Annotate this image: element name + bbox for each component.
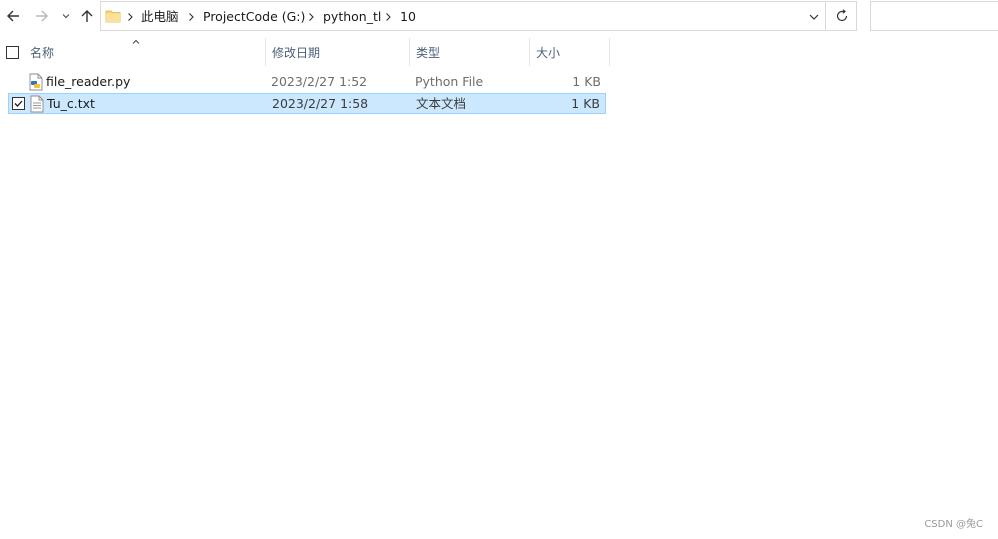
column-header-row: 名称 修改日期 类型 大小 <box>0 38 998 66</box>
select-all-checkbox[interactable] <box>6 46 19 59</box>
file-name[interactable]: file_reader.py <box>46 74 130 90</box>
column-divider[interactable] <box>529 38 530 66</box>
column-divider[interactable] <box>609 38 610 66</box>
python-file-icon <box>29 73 43 91</box>
search-input[interactable] <box>870 1 998 31</box>
back-button[interactable] <box>3 6 23 26</box>
file-row-selected[interactable]: Tu_c.txt 2023/2/27 1:58 文本文档 1 KB <box>8 93 606 114</box>
file-date-modified: 2023/2/27 1:58 <box>272 96 369 111</box>
column-size[interactable]: 大小 <box>536 45 560 61</box>
row-checkbox-checked[interactable] <box>12 97 25 110</box>
chevron-down-icon <box>809 14 819 20</box>
file-type: Python File <box>415 74 484 89</box>
column-type[interactable]: 类型 <box>416 45 440 61</box>
forward-button[interactable] <box>32 6 52 26</box>
breadcrumb-drive[interactable]: ProjectCode (G:) <box>203 9 305 25</box>
file-name[interactable]: Tu_c.txt <box>47 96 95 112</box>
breadcrumb-folder-10[interactable]: 10 <box>400 9 416 25</box>
chevron-down-icon <box>62 14 70 19</box>
column-divider[interactable] <box>409 38 410 66</box>
column-name[interactable]: 名称 <box>30 45 54 61</box>
file-size: 1 KB <box>571 96 600 111</box>
breadcrumb-separator-icon[interactable] <box>126 11 134 23</box>
navigation-bar: 此电脑 ProjectCode (G:) python_tl 10 <box>0 0 998 33</box>
arrow-right-icon <box>36 10 48 22</box>
text-file-icon <box>30 95 44 113</box>
column-date-modified[interactable]: 修改日期 <box>272 45 320 61</box>
file-type: 文本文档 <box>416 96 467 111</box>
recent-locations-button[interactable] <box>59 6 73 26</box>
arrow-up-icon <box>81 10 93 22</box>
address-history-button[interactable] <box>804 8 824 26</box>
address-bar[interactable]: 此电脑 ProjectCode (G:) python_tl 10 <box>100 1 826 31</box>
checkmark-icon <box>14 100 23 107</box>
up-button[interactable] <box>77 6 97 26</box>
breadcrumb-separator-icon[interactable] <box>384 11 392 23</box>
refresh-icon <box>836 9 847 22</box>
file-size: 1 KB <box>572 74 601 89</box>
refresh-button[interactable] <box>827 1 857 31</box>
column-divider[interactable] <box>265 38 266 66</box>
folder-icon <box>105 10 121 23</box>
file-row[interactable]: file_reader.py 2023/2/27 1:52 Python Fil… <box>8 72 606 93</box>
sort-ascending-icon <box>132 39 140 44</box>
file-date-modified: 2023/2/27 1:52 <box>271 74 368 89</box>
arrow-left-icon <box>7 10 19 22</box>
breadcrumb-this-pc[interactable]: 此电脑 <box>141 9 179 25</box>
watermark: CSDN @兔C <box>924 519 983 530</box>
breadcrumb-separator-icon[interactable] <box>187 11 195 23</box>
breadcrumb-python-tl[interactable]: python_tl <box>323 9 381 25</box>
breadcrumb-separator-icon[interactable] <box>307 11 315 23</box>
